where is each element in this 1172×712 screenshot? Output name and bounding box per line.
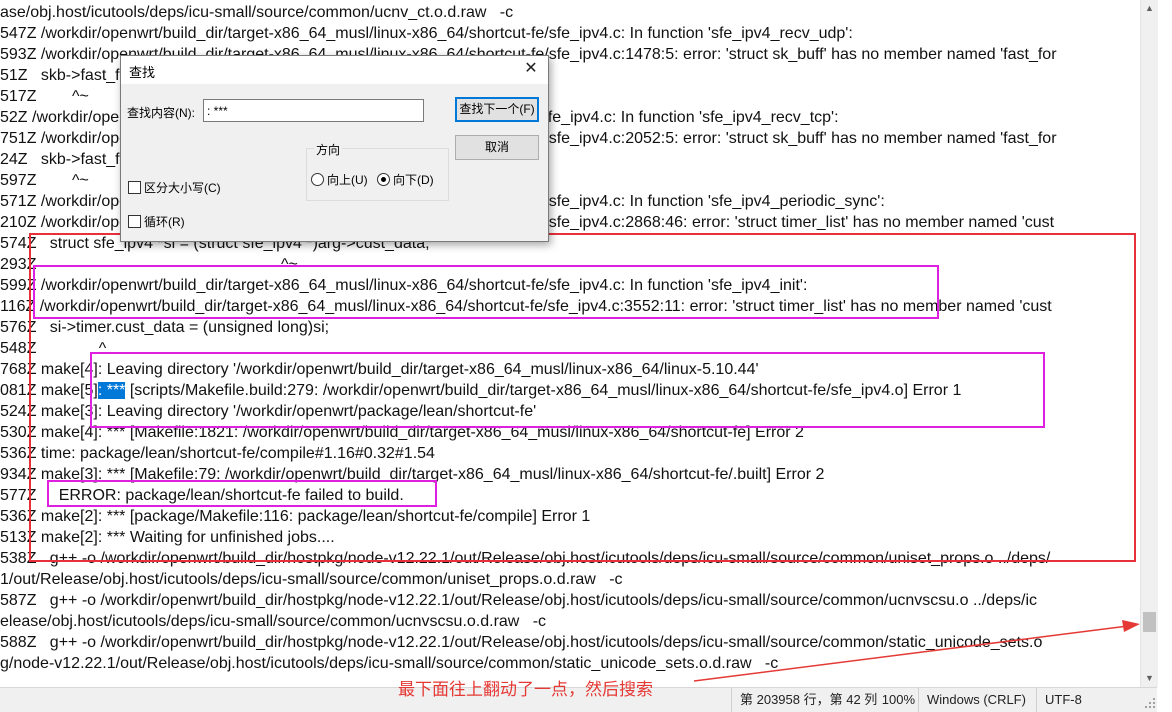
direction-up-label: 向上(U) bbox=[327, 173, 368, 187]
editor-line[interactable]: 530Z make[4]: *** [Makefile:1821: /workd… bbox=[0, 422, 804, 443]
match-case-checkbox[interactable]: 区分大小写(C) bbox=[128, 179, 221, 196]
close-icon[interactable]: ✕ bbox=[520, 58, 542, 80]
radio-up-circle bbox=[311, 173, 324, 186]
line-text: [scripts/Makefile.build:279: /workdir/op… bbox=[125, 382, 962, 399]
direction-down-label: 向下(D) bbox=[393, 173, 434, 187]
editor-line[interactable]: 576Z si->timer.cust_data = (unsigned lon… bbox=[0, 317, 329, 338]
direction-label: 方向 bbox=[314, 141, 343, 158]
scroll-down-arrow-icon[interactable]: ▼ bbox=[1141, 670, 1158, 687]
editor-line[interactable]: 517Z ^~ bbox=[0, 86, 89, 107]
scrollbar-thumb[interactable] bbox=[1143, 612, 1156, 632]
find-next-button[interactable]: 查找下一个(F) bbox=[455, 97, 539, 122]
editor-line[interactable]: 524Z make[3]: Leaving directory '/workdi… bbox=[0, 401, 536, 422]
wrap-label: 循环(R) bbox=[144, 215, 185, 229]
editor-line[interactable]: 588Z g++ -o /workdir/openwrt/build_dir/h… bbox=[0, 632, 1042, 653]
editor-line[interactable]: 293Z ^~ bbox=[0, 254, 298, 275]
cancel-button[interactable]: 取消 bbox=[455, 135, 539, 160]
editor-line[interactable]: 548Z ^ bbox=[0, 338, 106, 359]
scroll-up-arrow-icon[interactable]: ▲ bbox=[1141, 0, 1158, 17]
editor-line[interactable]: 536Z make[2]: *** [package/Makefile:116:… bbox=[0, 506, 590, 527]
selected-match: : *** bbox=[97, 382, 126, 399]
editor-line[interactable]: 081Z make[5]: *** [scripts/Makefile.buil… bbox=[0, 380, 961, 401]
direction-down-radio[interactable]: 向下(D) bbox=[377, 171, 434, 188]
editor-line[interactable]: 599Z /workdir/openwrt/build_dir/target-x… bbox=[0, 275, 807, 296]
vertical-scrollbar[interactable]: ▲ ▼ bbox=[1140, 0, 1158, 687]
editor-line[interactable]: 934Z make[3]: *** [Makefile:79: /workdir… bbox=[0, 464, 824, 485]
editor-line[interactable]: 547Z /workdir/openwrt/build_dir/target-x… bbox=[0, 23, 853, 44]
radio-selected-dot-icon bbox=[381, 177, 386, 182]
find-label: 查找内容(N): bbox=[127, 106, 195, 120]
match-case-label: 区分大小写(C) bbox=[144, 181, 221, 195]
direction-up-radio[interactable]: 向上(U) bbox=[311, 171, 368, 188]
editor-line[interactable]: 577Z ERROR: package/lean/shortcut-fe fai… bbox=[0, 485, 404, 506]
line-ending: Windows (CRLF) bbox=[918, 688, 1027, 712]
encoding: UTF-8 bbox=[1036, 688, 1145, 712]
editor-line[interactable]: elease/obj.host/icutools/deps/icu-small/… bbox=[0, 611, 546, 632]
radio-down-circle bbox=[377, 173, 390, 186]
editor-line[interactable]: 536Z time: package/lean/shortcut-fe/comp… bbox=[0, 443, 435, 464]
editor-line[interactable]: 587Z g++ -o /workdir/openwrt/build_dir/h… bbox=[0, 590, 1037, 611]
editor-line[interactable]: 597Z ^~ bbox=[0, 170, 89, 191]
dialog-titlebar[interactable]: 查找 ✕ bbox=[121, 56, 548, 84]
editor-line[interactable]: 116Z /workdir/openwrt/build_dir/target-x… bbox=[0, 296, 1052, 317]
editor-line[interactable]: ase/obj.host/icutools/deps/icu-small/sou… bbox=[0, 2, 513, 23]
line-text: 081Z make[5] bbox=[0, 382, 98, 399]
find-dialog: 查找 ✕ 查找内容(N): 查找下一个(F) 取消 方向 向上(U) 向下(D)… bbox=[120, 55, 549, 242]
editor-line[interactable]: g/node-v12.22.1/out/Release/obj.host/icu… bbox=[0, 653, 778, 674]
annotation-text: 最下面往上翻动了一点，然后搜索 bbox=[398, 680, 653, 699]
editor-line[interactable]: 1/out/Release/obj.host/icutools/deps/icu… bbox=[0, 569, 623, 590]
find-input[interactable] bbox=[203, 99, 424, 122]
dialog-title: 查找 bbox=[129, 65, 156, 80]
wrap-box bbox=[128, 215, 141, 228]
zoom-level: 100% bbox=[881, 692, 915, 707]
match-case-box bbox=[128, 181, 141, 194]
editor-line[interactable]: 538Z g++ -o /workdir/openwrt/build_dir/h… bbox=[0, 548, 1050, 569]
resize-grip-icon[interactable] bbox=[1142, 688, 1157, 712]
editor-line[interactable]: 513Z make[2]: *** Waiting for unfinished… bbox=[0, 527, 335, 548]
editor-line[interactable]: 768Z make[4]: Leaving directory '/workdi… bbox=[0, 359, 759, 380]
wrap-checkbox[interactable]: 循环(R) bbox=[128, 213, 185, 230]
